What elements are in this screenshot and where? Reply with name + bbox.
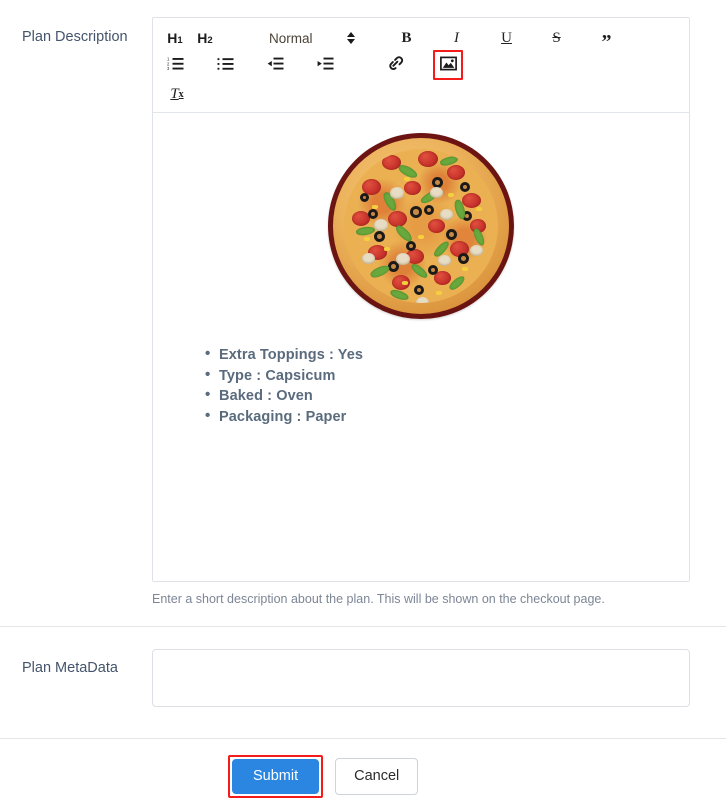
list-item: Type : Capsicum <box>205 365 675 387</box>
rich-text-editor[interactable]: H1 H2 Normal B I U S ” 1 2 3 T x • Extra… <box>152 17 690 582</box>
clear-format-sub: x <box>178 88 184 100</box>
outdent-button[interactable] <box>263 53 287 77</box>
plan-metadata-label: Plan MetaData <box>22 660 118 676</box>
font-size-value: Normal <box>269 30 313 46</box>
editor-toolbar-row-2: Tx <box>163 82 679 106</box>
clear-format-label: T <box>170 85 179 102</box>
plan-description-control: H1 H2 Normal B I U S ” 1 2 3 T x • Extra… <box>152 17 726 608</box>
outdent-icon <box>267 56 284 74</box>
list-item: Packaging : Paper <box>205 406 675 428</box>
list-item: Extra Toppings : Yes <box>205 344 675 366</box>
plan-description-label: Plan Description <box>22 29 128 45</box>
underline-button[interactable]: U <box>495 26 519 50</box>
pizza-image <box>328 133 514 319</box>
heading-1-sub: 1 <box>177 34 183 46</box>
plan-metadata-input[interactable] <box>152 649 690 707</box>
submit-button-highlight: Submit <box>228 755 324 798</box>
bullet-list-icon <box>217 56 234 74</box>
heading-1-label: H <box>167 30 178 46</box>
bullet-list-button[interactable] <box>213 53 237 77</box>
cancel-button[interactable]: Cancel <box>335 758 419 795</box>
link-button[interactable] <box>383 53 407 77</box>
indent-icon <box>317 56 334 74</box>
chevron-updown-icon <box>346 31 355 45</box>
ordered-list-icon: 1 2 3 <box>167 56 184 74</box>
clear-format-button[interactable]: Tx <box>165 82 189 106</box>
plan-metadata-control <box>152 649 726 707</box>
heading-2-label: H <box>197 30 208 46</box>
plan-description-help-text: Enter a short description about the plan… <box>152 592 605 606</box>
indent-button[interactable] <box>313 53 337 77</box>
plan-description-row: Plan Description H1 H2 Normal B I U S ” <box>0 0 726 608</box>
description-bullet-list: Extra Toppings : Yes Type : Capsicum Bak… <box>167 344 675 428</box>
link-icon <box>387 55 404 75</box>
heading-2-sub: 2 <box>207 34 213 46</box>
blockquote-button[interactable]: ” <box>595 30 619 54</box>
plan-metadata-row: Plan MetaData <box>0 627 726 707</box>
image-button[interactable] <box>436 53 460 77</box>
font-size-picker[interactable]: Normal <box>263 26 361 50</box>
ordered-list-button[interactable]: 1 2 3 <box>163 53 187 77</box>
pizza-image-wrapper <box>167 129 675 319</box>
submit-button[interactable]: Submit <box>232 759 320 794</box>
editor-content-area[interactable]: Extra Toppings : Yes Type : Capsicum Bak… <box>153 113 689 581</box>
svg-text:3: 3 <box>167 66 170 71</box>
pizza-cheese <box>344 149 498 303</box>
heading-2-button[interactable]: H2 <box>193 26 217 50</box>
heading-1-button[interactable]: H1 <box>163 26 187 50</box>
editor-toolbar: H1 H2 Normal B I U S ” 1 2 3 T x <box>153 18 689 113</box>
italic-button[interactable]: I <box>445 26 469 50</box>
form-actions: Submit Cancel <box>0 739 726 798</box>
list-item: Baked : Oven <box>205 385 675 407</box>
image-button-highlight <box>433 50 463 80</box>
bold-button[interactable]: B <box>395 26 419 50</box>
image-icon <box>439 56 457 74</box>
strikethrough-button[interactable]: S <box>545 26 569 50</box>
